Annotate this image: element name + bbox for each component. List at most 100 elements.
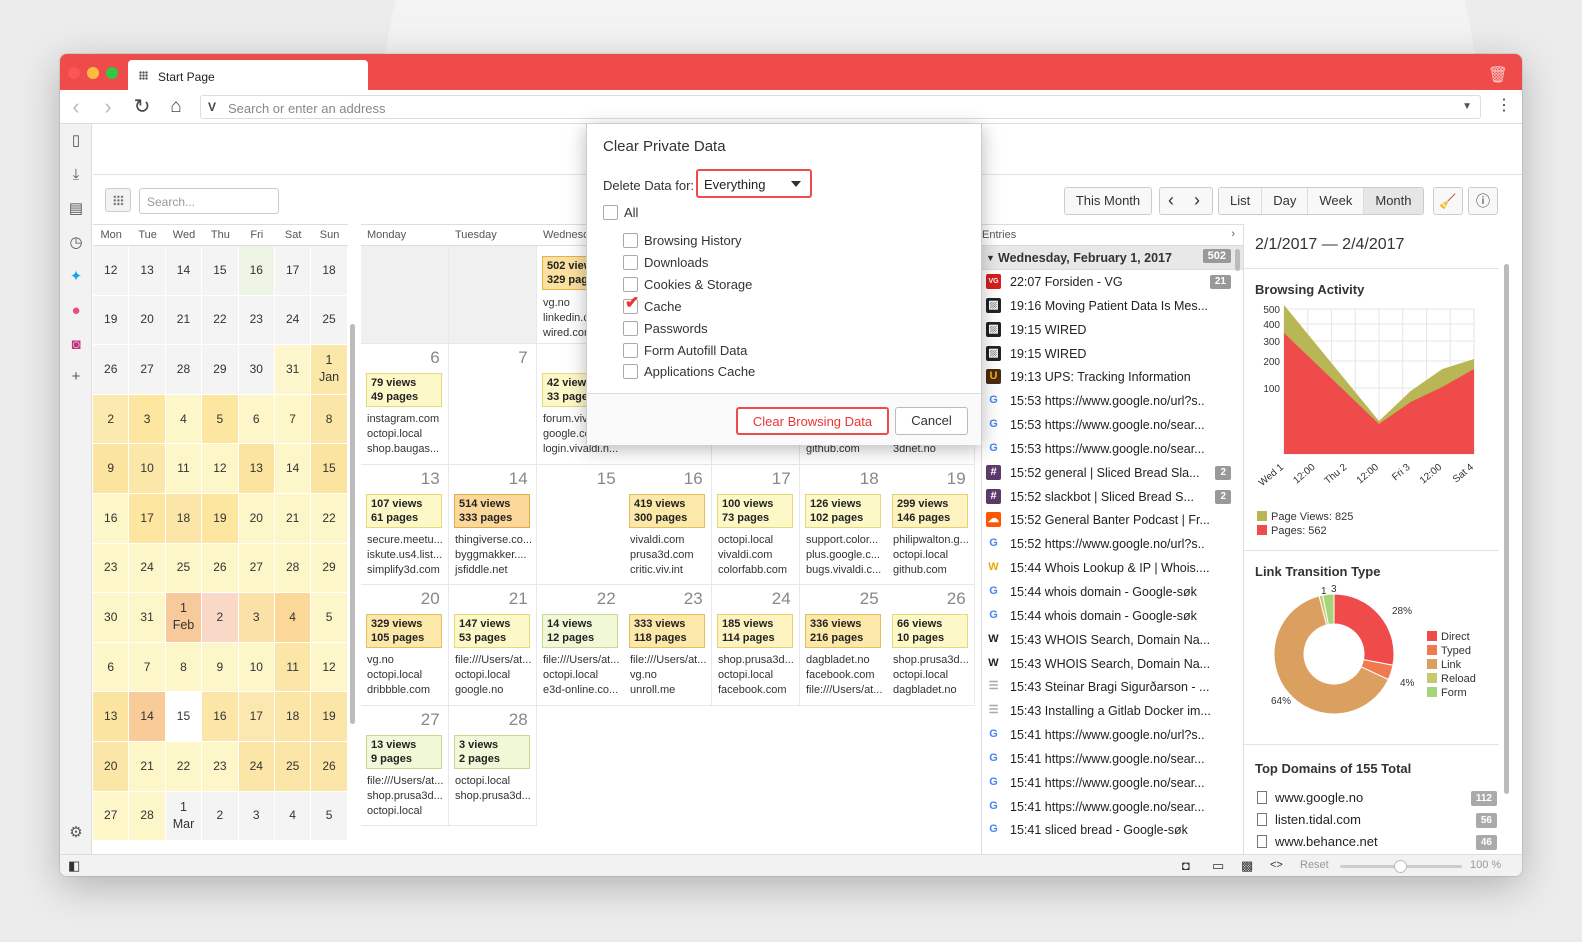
calendar-day-cell[interactable]: 28 3 views 2 pages octopi.local shop.prusa3d…: [449, 705, 537, 826]
tab-start-page[interactable]: Start Page: [128, 60, 368, 90]
tiling-icon[interactable]: ▭: [1212, 858, 1224, 874]
mini-calendar-day[interactable]: 23: [202, 741, 239, 792]
mini-calendar-day[interactable]: 25: [274, 741, 312, 792]
calendar-day-cell[interactable]: 23 333 views 118 pages file:///Users/at... v…: [624, 585, 712, 706]
mini-calendar-day[interactable]: 13: [93, 692, 130, 742]
twitter-icon[interactable]: ✦: [67, 268, 85, 286]
mini-calendar-day[interactable]: 12: [202, 444, 239, 494]
minimize-window-button[interactable]: [87, 67, 99, 79]
calendar-day-cell[interactable]: 18 126 views 102 pages support.color... plus…: [800, 464, 888, 585]
history-entry[interactable]: #15:52 general | Sliced Bread Sla... 2: [982, 461, 1243, 485]
mini-calendar-day[interactable]: 17: [129, 493, 166, 544]
mini-calendar-day[interactable]: 18: [274, 692, 312, 742]
mini-calendar-day[interactable]: 9: [93, 444, 130, 494]
mini-calendar-day[interactable]: 26: [93, 345, 130, 395]
mini-calendar-day[interactable]: 6: [93, 642, 130, 693]
mini-calendar-day[interactable]: 30: [93, 593, 130, 643]
chevron-down-icon[interactable]: ▼: [1462, 101, 1472, 112]
domain-row[interactable]: www.google.no: [1257, 790, 1363, 805]
history-entry[interactable]: G 15:53 https://www.google.no/sear...: [982, 437, 1243, 461]
mini-calendar-day[interactable]: 1 Jan: [311, 345, 348, 395]
calendar-day-cell[interactable]: 25 336 views 216 pages dagbladet.no facebook…: [800, 585, 888, 706]
tab-day[interactable]: Day: [1262, 188, 1309, 214]
add-panel-icon[interactable]: +: [67, 368, 85, 386]
history-entry[interactable]: G 15:41 https://www.google.no/url?s..: [982, 723, 1243, 747]
address-field[interactable]: V Search or enter an address ▼: [200, 95, 1481, 119]
history-entry[interactable]: ▨ 19:16 Moving Patient Data Is Mes...: [982, 294, 1243, 318]
forward-icon[interactable]: ›: [96, 96, 120, 118]
back-icon[interactable]: ‹: [64, 96, 88, 118]
history-entry[interactable]: G 15:44 whois domain - Google-søk: [982, 604, 1243, 628]
mini-calendar-day[interactable]: 15: [202, 246, 239, 296]
mini-calendar-day[interactable]: 15: [311, 444, 348, 494]
new-tab-button[interactable]: +: [314, 67, 330, 83]
mini-calendar-day[interactable]: 2: [93, 394, 130, 445]
calendar-day-cell[interactable]: 16 419 views 300 pages vivaldi.com prusa3d.c…: [624, 464, 712, 585]
calendar-day-cell[interactable]: 7: [449, 344, 537, 465]
checkbox-option[interactable]: Browsing History: [623, 233, 742, 249]
mini-calendar-day[interactable]: 8: [311, 394, 348, 445]
history-entry[interactable]: ☰ 15:43 Steinar Bragi Sigurðarson - ...: [982, 675, 1243, 699]
mini-calendar-day[interactable]: 16: [93, 493, 130, 544]
mini-calendar-day[interactable]: 31: [274, 345, 312, 395]
history-entry[interactable]: G 15:41 https://www.google.no/sear...: [982, 795, 1243, 819]
mini-calendar-day[interactable]: 14: [165, 246, 203, 296]
info-button[interactable]: ⓘ: [1468, 187, 1498, 215]
mini-calendar-day[interactable]: 4: [274, 791, 312, 842]
gear-icon[interactable]: ⚙: [67, 824, 85, 842]
mini-calendar-day[interactable]: 14: [274, 444, 312, 494]
mini-calendar-day[interactable]: 9: [202, 642, 239, 693]
mini-calendar-day[interactable]: 14: [129, 692, 166, 742]
history-icon[interactable]: ◷: [67, 234, 85, 252]
mini-calendar-day[interactable]: 13: [238, 444, 275, 494]
checkbox-option[interactable]: Passwords: [623, 320, 708, 337]
mini-calendar-day[interactable]: 3: [238, 593, 275, 643]
mini-calendar-day[interactable]: 11: [165, 444, 203, 494]
mini-calendar-day[interactable]: 18: [311, 246, 348, 296]
camera-icon[interactable]: ◘: [1182, 858, 1190, 873]
checkbox-option[interactable]: Cookies & Storage: [623, 276, 752, 293]
mini-calendar-day[interactable]: 27: [93, 791, 130, 842]
mini-calendar-day[interactable]: 31: [129, 593, 166, 643]
calendar-day-cell[interactable]: 22 14 views 12 pages file:///Users/at... oct…: [537, 585, 625, 706]
history-entry[interactable]: G 15:44 whois domain - Google-søk: [982, 580, 1243, 604]
mini-calendar-day[interactable]: 4: [165, 394, 203, 445]
checkbox-box[interactable]: [623, 276, 638, 292]
mini-calendar-day[interactable]: 24: [238, 741, 275, 792]
checkbox-box[interactable]: [623, 320, 638, 336]
calendar-day-cell[interactable]: [449, 246, 537, 344]
maximize-window-button[interactable]: [106, 67, 118, 79]
history-entry[interactable]: W 15:44 Whois Lookup & IP | Whois....: [982, 556, 1243, 580]
mini-calendar-day[interactable]: 23: [93, 543, 130, 594]
panel-toggle-icon[interactable]: ◧: [68, 858, 80, 874]
history-entry[interactable]: G 15:41 sliced bread - Google-søk: [982, 818, 1243, 842]
mini-calendar-day[interactable]: 22: [165, 741, 203, 792]
cancel-button[interactable]: Cancel: [895, 407, 968, 435]
close-window-button[interactable]: [68, 67, 80, 79]
code-icon[interactable]: <>: [1270, 859, 1283, 871]
mini-calendar-day[interactable]: 28: [129, 791, 166, 842]
calendar-day-cell[interactable]: 15: [537, 464, 625, 585]
mini-calendar-day[interactable]: 6: [238, 394, 275, 445]
clear-browsing-data-button[interactable]: Clear Browsing Data: [736, 407, 889, 435]
view-toggle-button[interactable]: [105, 188, 131, 212]
reset-zoom-button[interactable]: Reset: [1300, 859, 1329, 871]
domain-row[interactable]: www.behance.net: [1257, 834, 1378, 849]
mini-calendar-day[interactable]: 20: [238, 493, 275, 544]
mini-calendar-day[interactable]: 2: [202, 791, 239, 842]
history-entry[interactable]: G 15:41 https://www.google.no/sear...: [982, 747, 1243, 771]
calendar-day-cell[interactable]: 14 514 views 333 pages thingiverse.co... byg…: [449, 464, 537, 585]
period-select[interactable]: Everything: [696, 169, 812, 198]
mini-calendar-day[interactable]: 1 Mar: [165, 791, 203, 842]
image-icon[interactable]: ▩: [1241, 858, 1253, 874]
checkbox-all[interactable]: All: [603, 205, 638, 221]
mini-calendar-day[interactable]: 4: [274, 593, 312, 643]
mini-calendar-day[interactable]: 18: [165, 493, 203, 544]
mini-calendar-day[interactable]: 1 Feb: [165, 593, 203, 643]
instagram-icon[interactable]: ◙: [67, 336, 85, 354]
mini-calendar-day[interactable]: 10: [238, 642, 275, 693]
calendar-day-cell[interactable]: 24 185 views 114 pages shop.prusa3d... octop…: [712, 585, 800, 706]
download-icon[interactable]: ⤓: [67, 166, 85, 184]
mini-calendar-day[interactable]: 19: [202, 493, 239, 544]
search-input[interactable]: Search...: [139, 188, 279, 214]
